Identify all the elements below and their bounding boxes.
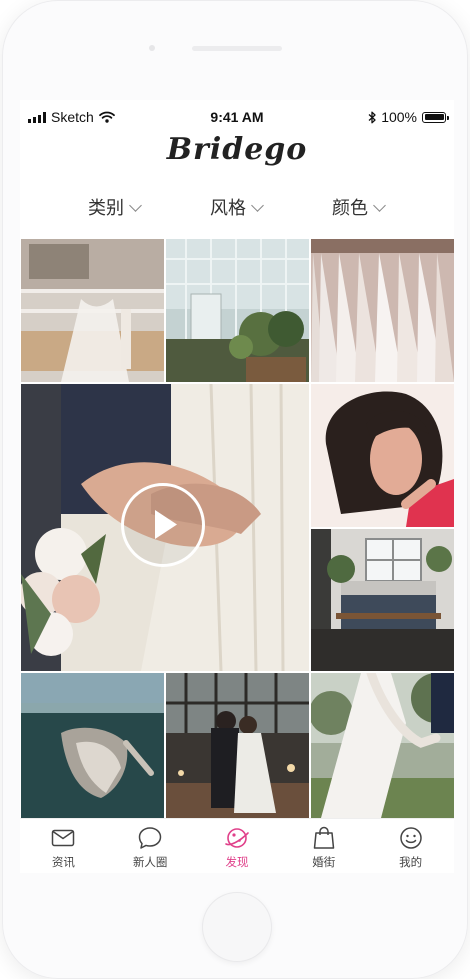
photo-bedroom[interactable]	[311, 529, 454, 671]
tab-label: 婚街	[312, 857, 336, 869]
planet-icon	[225, 828, 249, 848]
earpiece-speaker	[192, 46, 282, 51]
filter-label: 颜色	[332, 198, 368, 218]
tab-label: 新人圈	[132, 857, 168, 869]
tab-discover[interactable]: 发现	[194, 819, 281, 873]
shopping-bag-icon	[313, 826, 335, 849]
photo-curly-hair-woman[interactable]	[311, 384, 454, 527]
tab-label: 我的	[399, 857, 423, 869]
filter-bar: 类别 风格 颜色	[20, 194, 454, 224]
front-camera	[149, 45, 155, 51]
tab-label: 发现	[225, 857, 249, 869]
tab-newcomer-circle[interactable]: 新人圈	[107, 819, 194, 873]
tab-profile[interactable]: 我的	[367, 819, 454, 873]
chevron-down-icon	[129, 198, 142, 212]
video-couple-hands[interactable]	[21, 384, 309, 671]
tab-bar: 资讯 新人圈 发现 婚街 我的	[20, 818, 454, 873]
tab-wedding-street[interactable]: 婚街	[280, 819, 367, 873]
photo-grid	[20, 238, 454, 818]
photo-dress-rack[interactable]	[311, 239, 454, 382]
filter-color[interactable]: 颜色	[332, 194, 386, 220]
app-screen: Sketch 9:41 AM 100% Bridego 类别 风格 颜色 资讯 …	[20, 100, 454, 873]
battery-percent: 100%	[381, 109, 417, 125]
photo-dress-boutique[interactable]	[21, 239, 164, 382]
photo-underwater-bride[interactable]	[21, 673, 164, 818]
smiley-icon	[399, 827, 422, 849]
tab-label: 资讯	[51, 857, 75, 869]
filter-label: 风格	[210, 198, 246, 218]
mail-icon	[52, 829, 75, 847]
photo-bride-lace-gown[interactable]	[311, 673, 454, 818]
photo-couple-dancing[interactable]	[166, 673, 309, 818]
app-logo: Bridego	[166, 132, 308, 167]
photo-greenhouse[interactable]	[166, 239, 309, 382]
tab-news[interactable]: 资讯	[20, 819, 107, 873]
play-video-button[interactable]	[121, 483, 205, 567]
filter-category[interactable]: 类别	[88, 194, 142, 220]
chevron-down-icon	[251, 198, 264, 212]
bluetooth-icon	[368, 111, 376, 123]
chevron-down-icon	[373, 198, 386, 212]
chat-bubble-icon	[138, 827, 162, 849]
battery-icon	[422, 111, 449, 123]
status-bar: Sketch 9:41 AM 100%	[20, 100, 454, 134]
home-button[interactable]	[202, 892, 272, 962]
filter-label: 类别	[88, 198, 124, 218]
phone-frame: Sketch 9:41 AM 100% Bridego 类别 风格 颜色 资讯 …	[2, 0, 468, 979]
filter-style[interactable]: 风格	[210, 194, 264, 220]
play-icon	[155, 510, 177, 539]
